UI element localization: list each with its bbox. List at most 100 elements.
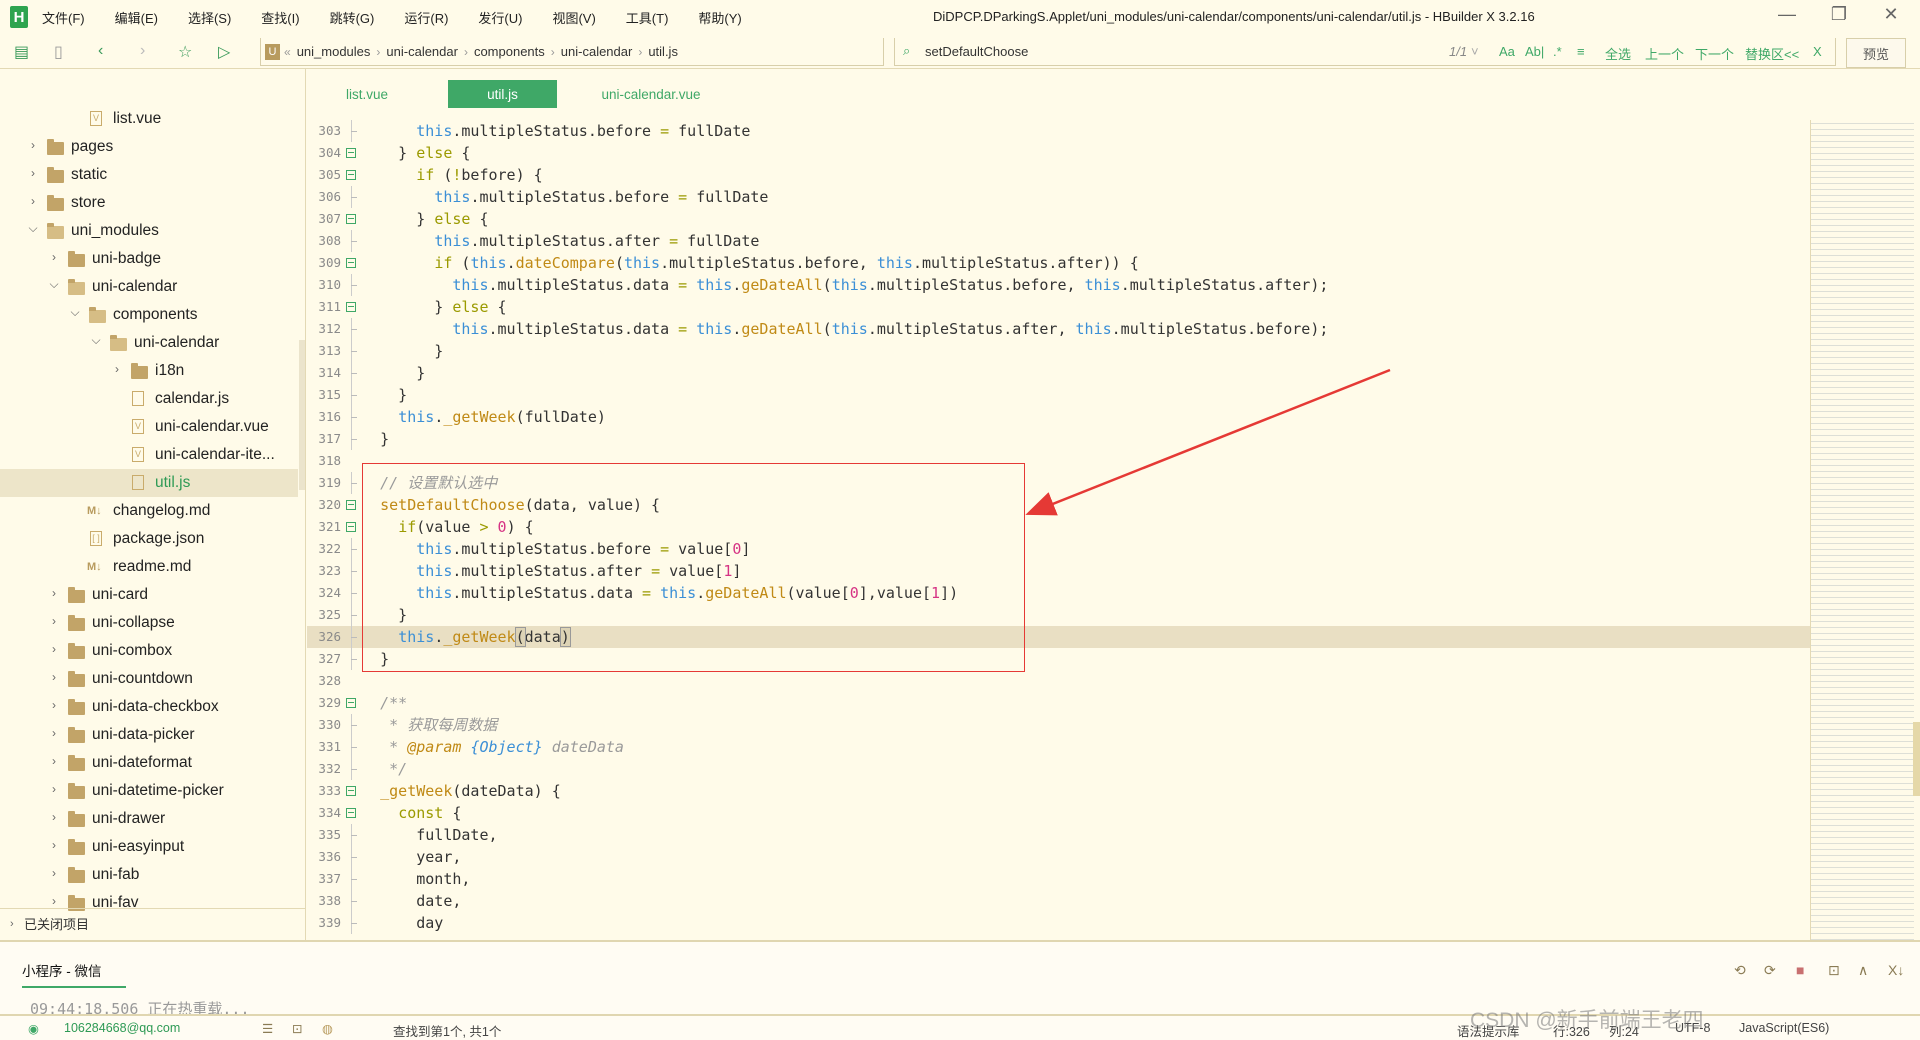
tree-item[interactable]: › uni-data-picker — [0, 721, 298, 749]
forward-icon[interactable]: › — [140, 42, 145, 60]
find-next-button[interactable]: 下一个 — [1695, 44, 1734, 63]
breadcrumb-item[interactable]: components — [474, 44, 545, 59]
star-icon[interactable]: ☆ — [178, 42, 192, 62]
tree-item[interactable]: › uni-countdown — [0, 665, 298, 693]
chevron-right-icon[interactable]: › — [27, 166, 39, 180]
chevron-right-icon[interactable]: › — [48, 782, 60, 796]
breadcrumb-item[interactable]: uni-calendar — [386, 44, 458, 59]
code-editor[interactable]: 303 this.multipleStatus.before = fullDat… — [307, 120, 1810, 940]
chevron-right-icon[interactable]: › — [48, 586, 60, 600]
menu-item[interactable]: 文件(F) — [42, 8, 85, 27]
tree-item[interactable]: › uni-card — [0, 581, 298, 609]
language-mode[interactable]: JavaScript(ES6) — [1739, 1021, 1829, 1035]
chevron-down-icon[interactable]: ⌵ — [69, 305, 81, 320]
tree-item[interactable]: › uni-drawer — [0, 805, 298, 833]
new-file-icon[interactable]: ▤ — [14, 42, 29, 62]
tree-item[interactable]: Vuni-calendar.vue — [0, 413, 298, 441]
tree-item[interactable]: › uni-collapse — [0, 609, 298, 637]
clear-console-icon[interactable]: ⟲ — [1734, 962, 1746, 979]
select-all-button[interactable]: 全选 — [1605, 44, 1631, 63]
whole-word-toggle[interactable]: Ab| — [1525, 44, 1544, 59]
list-icon[interactable]: ☰ — [262, 1021, 273, 1036]
menu-item[interactable]: 选择(S) — [188, 8, 231, 27]
tree-item[interactable]: Vlist.vue — [0, 105, 298, 133]
terminal-icon[interactable]: ⊡ — [1828, 962, 1840, 979]
tree-item[interactable]: Vuni-calendar-ite... — [0, 441, 298, 469]
tab-miniprogram-wechat[interactable]: 小程序 - 微信 — [22, 960, 126, 988]
toggle-replace-button[interactable]: 替换区<< — [1745, 44, 1799, 63]
chevron-right-icon[interactable]: › — [111, 362, 123, 376]
tree-item[interactable]: › uni-datetime-picker — [0, 777, 298, 805]
menu-item[interactable]: 编辑(E) — [115, 8, 158, 27]
closed-projects[interactable]: › 已关闭项目 — [0, 908, 306, 938]
tree-item[interactable]: ⌵ uni_modules — [0, 217, 298, 245]
account-icon[interactable]: ◉ — [28, 1021, 39, 1036]
tree-item[interactable]: › uni-badge — [0, 245, 298, 273]
tree-item[interactable]: [ ] package.json — [0, 525, 298, 553]
chevron-right-icon[interactable]: › — [48, 866, 60, 880]
tree-item[interactable]: › pages — [0, 133, 298, 161]
chevron-down-icon[interactable]: ⌵ — [27, 221, 39, 236]
account-email[interactable]: 106284668@qq.com — [64, 1021, 180, 1035]
tree-item[interactable]: › uni-dateformat — [0, 749, 298, 777]
chevron-right-icon[interactable]: › — [48, 754, 60, 768]
back-icon[interactable]: ‹ — [98, 42, 103, 60]
tab-util-js[interactable]: util.js — [448, 80, 557, 108]
minimize-button[interactable]: — — [1772, 4, 1802, 25]
find-prev-button[interactable]: 上一个 — [1645, 44, 1684, 63]
menu-item[interactable]: 视图(V) — [552, 8, 595, 27]
tree-item[interactable]: › static — [0, 161, 298, 189]
tree-item[interactable]: › uni-combox — [0, 637, 298, 665]
menu-item[interactable]: 帮助(Y) — [698, 8, 741, 27]
chevron-up-icon[interactable]: ∧ — [1858, 962, 1868, 979]
chevron-down-icon[interactable]: ⌵ — [48, 277, 60, 292]
maximize-button[interactable]: ❐ — [1824, 4, 1854, 25]
chevron-right-icon[interactable]: › — [48, 614, 60, 628]
chevron-right-icon[interactable]: › — [48, 810, 60, 824]
tree-item[interactable]: › store — [0, 189, 298, 217]
menu-item[interactable]: 跳转(G) — [330, 8, 375, 27]
chevron-right-icon[interactable]: › — [27, 194, 39, 208]
menu-item[interactable]: 工具(T) — [626, 8, 669, 27]
tree-item[interactable]: ⌵ components — [0, 301, 298, 329]
editor-scrollbar[interactable] — [1913, 722, 1920, 796]
globe-icon[interactable]: ◍ — [322, 1021, 333, 1036]
tree-item[interactable]: › i18n — [0, 357, 298, 385]
menu-item[interactable]: 发行(U) — [478, 8, 522, 27]
tab-list-vue[interactable]: list.vue — [307, 80, 427, 108]
in-selection-toggle[interactable]: ≡ — [1577, 44, 1585, 59]
tree-item[interactable]: ⌵ uni-calendar — [0, 329, 298, 357]
stop-icon[interactable]: ■ — [1796, 962, 1804, 978]
breadcrumb-item[interactable]: util.js — [648, 44, 678, 59]
sidebar-scrollbar[interactable] — [299, 340, 305, 490]
tree-item[interactable]: M↓ changelog.md — [0, 497, 298, 525]
menu-item[interactable]: 查找(I) — [261, 8, 299, 27]
tab-uni-calendar-vue[interactable]: uni-calendar.vue — [578, 80, 724, 108]
chevron-right-icon[interactable]: › — [48, 642, 60, 656]
breadcrumb-item[interactable]: uni_modules — [297, 44, 371, 59]
chevron-down-icon[interactable]: ˅ — [1471, 44, 1479, 59]
minimap[interactable] — [1810, 120, 1914, 940]
chevron-right-icon[interactable]: › — [48, 250, 60, 264]
chevron-right-icon[interactable]: › — [48, 894, 60, 908]
chevron-right-icon[interactable]: › — [48, 726, 60, 740]
run-icon[interactable]: ▷ — [218, 42, 230, 62]
save-icon[interactable]: ▯ — [54, 42, 63, 62]
restart-icon[interactable]: ⟳ — [1764, 962, 1776, 979]
tree-item[interactable]: ⌵ uni-calendar — [0, 273, 298, 301]
chevron-down-icon[interactable]: ⌵ — [90, 333, 102, 348]
match-case-toggle[interactable]: Aa — [1499, 44, 1515, 59]
tree-item[interactable]: M↓ readme.md — [0, 553, 298, 581]
regex-toggle[interactable]: .* — [1553, 44, 1562, 59]
breadcrumb-item[interactable]: uni-calendar — [561, 44, 633, 59]
preview-button[interactable]: 预览 — [1846, 38, 1906, 68]
close-find-button[interactable]: X — [1813, 44, 1822, 59]
menu-item[interactable]: 运行(R) — [404, 8, 448, 27]
chevron-right-icon[interactable]: › — [27, 138, 39, 152]
tree-item[interactable]: › uni-data-checkbox — [0, 693, 298, 721]
search-input[interactable]: setDefaultChoose — [925, 44, 1028, 59]
chevron-right-icon[interactable]: › — [48, 698, 60, 712]
tree-item[interactable]: › uni-easyinput — [0, 833, 298, 861]
chevron-right-icon[interactable]: › — [48, 838, 60, 852]
tree-item[interactable]: calendar.js — [0, 385, 298, 413]
